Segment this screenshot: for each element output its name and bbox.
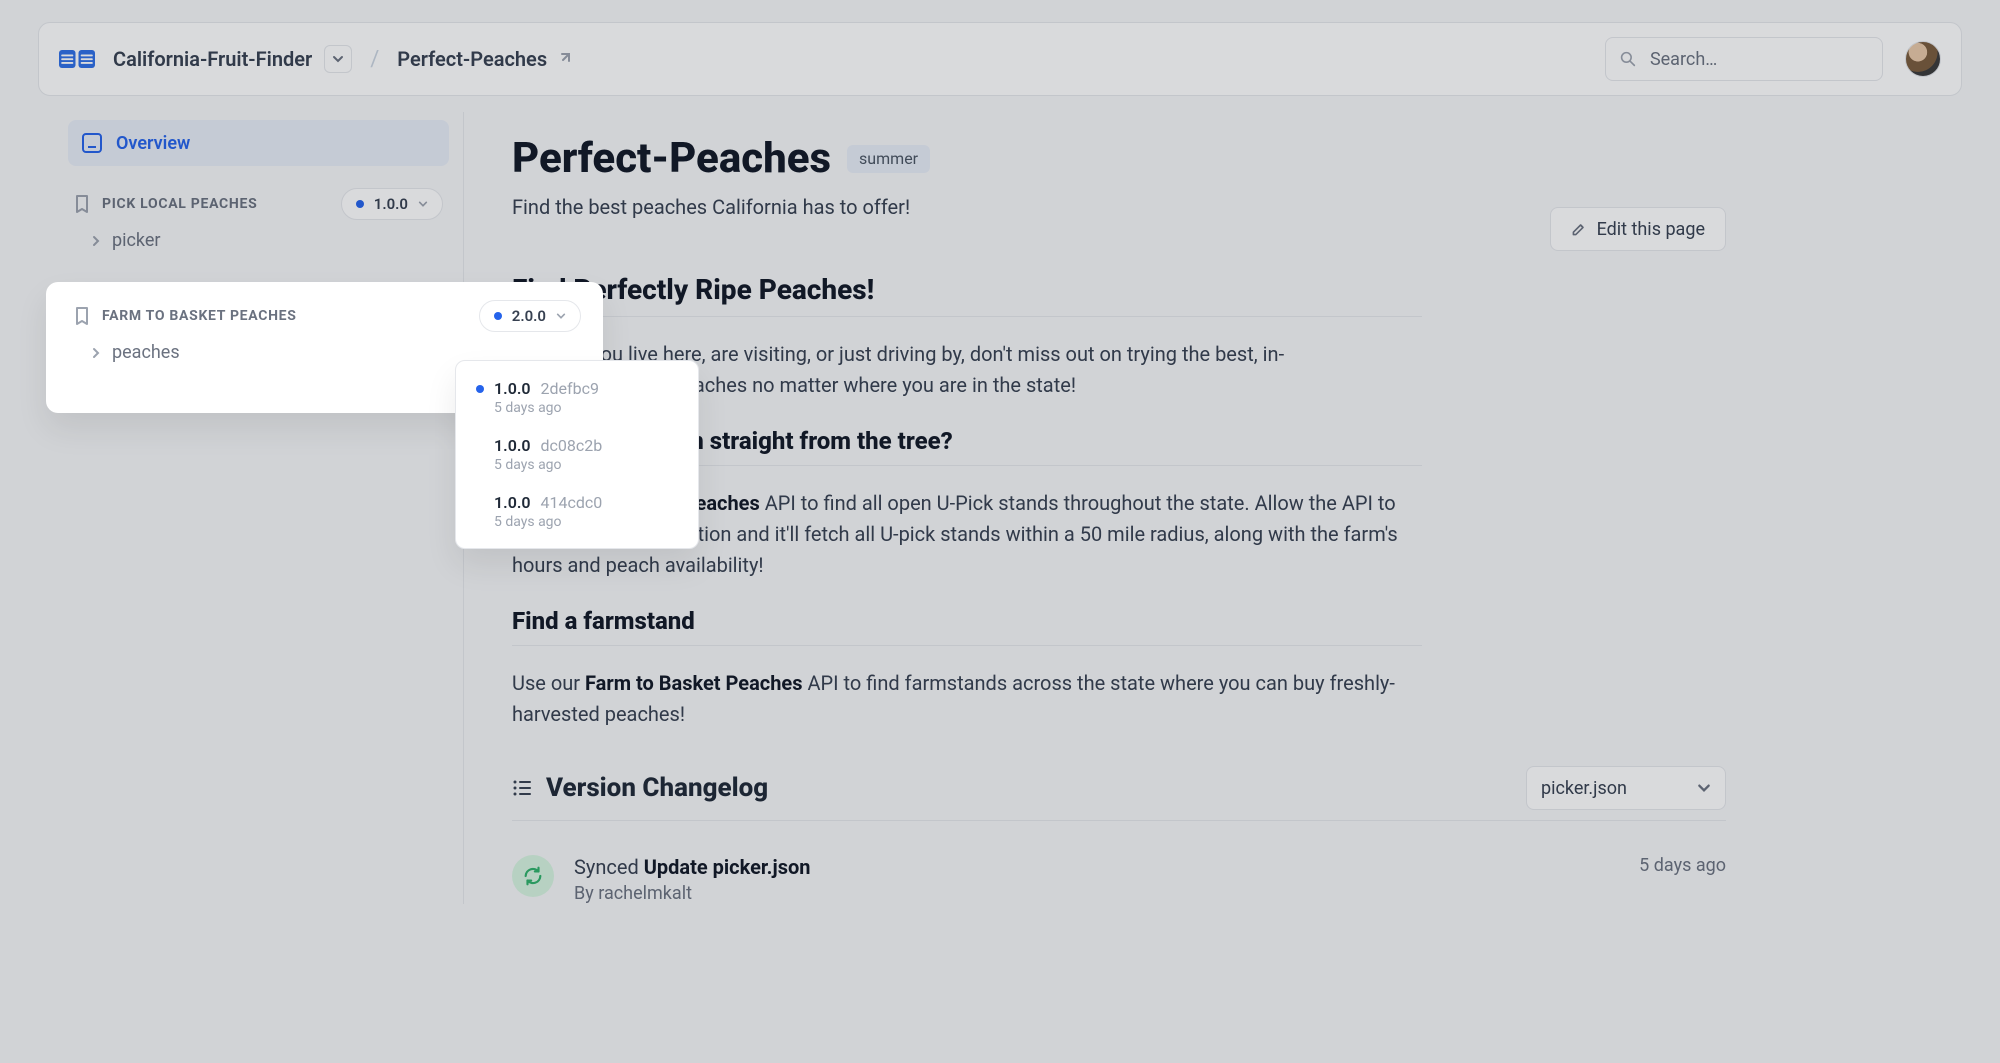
breadcrumb: California-Fruit-Finder / Perfect-Peache… bbox=[113, 45, 571, 73]
breadcrumb-project[interactable]: California-Fruit-Finder bbox=[113, 47, 312, 71]
project-switcher[interactable] bbox=[324, 45, 352, 73]
version-dropdown: 1.0.0 2defbc9 5 days ago 1.0.0 dc08c2b 5… bbox=[455, 360, 699, 549]
changelog-file-select[interactable]: picker.json bbox=[1526, 766, 1726, 810]
bookmark-icon bbox=[74, 306, 90, 326]
version-option[interactable]: 1.0.0 414cdc0 5 days ago bbox=[464, 483, 690, 540]
status-dot-icon bbox=[356, 200, 364, 208]
breadcrumb-doc[interactable]: Perfect-Peaches bbox=[397, 47, 547, 71]
page-title: Perfect-Peaches bbox=[512, 134, 831, 183]
sidebar: Overview PICK LOCAL PEACHES 1.0.0 bbox=[38, 112, 464, 904]
search-input[interactable] bbox=[1605, 37, 1883, 81]
changelog-entry: Synced Update picker.json By rachelmkalt… bbox=[512, 855, 1926, 904]
list-icon bbox=[512, 779, 532, 797]
overview-icon bbox=[82, 133, 102, 153]
breadcrumb-separator: / bbox=[370, 47, 379, 72]
status-dot-icon bbox=[476, 385, 484, 393]
sidebar-section-a: PICK LOCAL PEACHES 1.0.0 picker bbox=[68, 188, 449, 261]
edit-page-button[interactable]: Edit this page bbox=[1550, 207, 1726, 251]
chevron-right-icon bbox=[90, 235, 102, 247]
sidebar-overview-label: Overview bbox=[116, 133, 190, 154]
subsection-heading: Like picking them straight from the tree… bbox=[512, 427, 1926, 455]
version-chip-a[interactable]: 1.0.0 bbox=[341, 188, 443, 220]
changelog-header: Version Changelog picker.json bbox=[512, 766, 1926, 810]
sidebar-section-b: FARM TO BASKET PEACHES 2.0.0 peaches bbox=[68, 300, 587, 373]
changelog-author: By rachelmkalt bbox=[574, 883, 1619, 904]
chevron-down-icon bbox=[332, 53, 344, 65]
version-option[interactable]: 1.0.0 dc08c2b 5 days ago bbox=[464, 426, 690, 483]
chevron-down-icon bbox=[1697, 781, 1711, 795]
section-title: PICK LOCAL PEACHES bbox=[102, 196, 329, 212]
body-text: Use our Farm to Basket Peaches API to fi… bbox=[512, 668, 1422, 730]
divider bbox=[512, 645, 1422, 646]
chevron-down-icon bbox=[418, 199, 428, 209]
sidebar-item-label: picker bbox=[112, 230, 161, 251]
section-heading: Find Perfectly Ripe Peaches! bbox=[512, 273, 1926, 306]
sidebar-floating-panel: FARM TO BASKET PEACHES 2.0.0 peaches bbox=[46, 282, 603, 413]
version-option[interactable]: 1.0.0 2defbc9 5 days ago bbox=[464, 369, 690, 426]
pencil-icon bbox=[1571, 221, 1587, 237]
chevron-down-icon bbox=[556, 311, 566, 321]
chevron-right-icon bbox=[90, 347, 102, 359]
subsection-heading: Find a farmstand bbox=[512, 607, 1926, 635]
version-chip-b[interactable]: 2.0.0 bbox=[479, 300, 581, 332]
external-link-icon bbox=[557, 52, 571, 66]
topbar: California-Fruit-Finder / Perfect-Peache… bbox=[38, 22, 1962, 96]
bookmark-icon bbox=[74, 194, 90, 214]
sidebar-overview[interactable]: Overview bbox=[68, 120, 449, 166]
divider bbox=[512, 820, 1726, 821]
search-icon bbox=[1620, 50, 1636, 68]
section-title: FARM TO BASKET PEACHES bbox=[102, 308, 467, 324]
avatar[interactable] bbox=[1905, 41, 1941, 77]
sidebar-item-label: peaches bbox=[112, 342, 180, 363]
changelog-time: 5 days ago bbox=[1639, 855, 1726, 876]
changelog-message: Synced Update picker.json bbox=[574, 855, 1619, 879]
changelog-title: Version Changelog bbox=[546, 773, 768, 803]
tag-badge: summer bbox=[847, 145, 930, 173]
status-dot-icon bbox=[494, 312, 502, 320]
project-icon bbox=[59, 47, 95, 71]
sync-icon bbox=[512, 855, 554, 897]
divider bbox=[512, 316, 1422, 317]
sidebar-item-picker[interactable]: picker bbox=[68, 220, 449, 261]
